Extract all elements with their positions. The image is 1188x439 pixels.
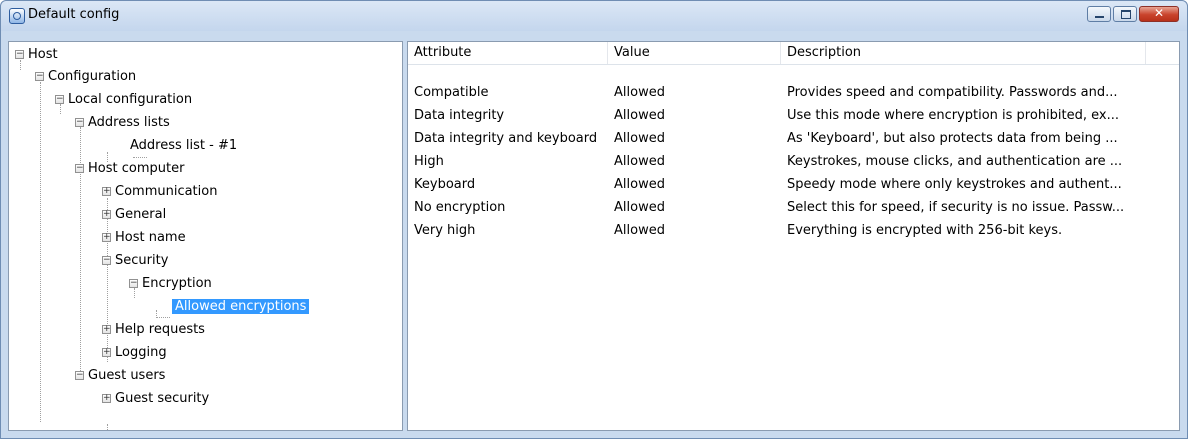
tree-item-label: Encryption: [142, 276, 212, 291]
attribute-list[interactable]: Attribute Value Description Compatible A…: [407, 41, 1180, 431]
collapse-icon[interactable]: −: [75, 118, 84, 127]
navigation-tree[interactable]: − Host − Configuration − Local configura…: [8, 41, 403, 431]
tree-item-host-name[interactable]: + Host name: [98, 228, 189, 248]
tree-item-guest-security[interactable]: + Guest security: [98, 389, 212, 409]
collapse-icon[interactable]: −: [15, 50, 24, 59]
collapse-icon[interactable]: −: [35, 72, 44, 81]
attribute-cell: High: [414, 154, 444, 169]
description-cell: Provides speed and compatibility. Passwo…: [787, 85, 1118, 100]
value-cell: Allowed: [614, 154, 665, 169]
expand-icon[interactable]: +: [102, 325, 111, 334]
attribute-cell: Keyboard: [414, 177, 476, 192]
close-button[interactable]: [1139, 6, 1179, 22]
window-controls: [1087, 6, 1179, 22]
expand-icon[interactable]: +: [102, 394, 111, 403]
expand-icon[interactable]: +: [102, 348, 111, 357]
value-cell: Allowed: [614, 177, 665, 192]
value-cell: Allowed: [614, 200, 665, 215]
window-title: Default config: [28, 7, 120, 22]
value-cell: Allowed: [614, 131, 665, 146]
expand-icon[interactable]: +: [102, 233, 111, 242]
tree-item-label: General: [115, 207, 167, 222]
expand-icon[interactable]: +: [102, 210, 111, 219]
table-row[interactable]: Data integrity Allowed Use this mode whe…: [408, 104, 1179, 127]
tree-item-label: Host name: [115, 230, 186, 245]
tree-connector: [107, 424, 108, 430]
tree-connector: [133, 157, 147, 158]
tree-item-label: Security: [115, 253, 169, 268]
tree-item-label: Configuration: [48, 69, 137, 84]
value-cell: Allowed: [614, 85, 665, 100]
list-header: Attribute Value Description: [408, 42, 1179, 65]
tree-item-guest-users[interactable]: − Guest users: [71, 366, 168, 386]
tree-item-label: Address list - #1: [130, 138, 238, 153]
collapse-icon[interactable]: −: [102, 256, 111, 265]
tree-item-label: Host: [28, 47, 58, 62]
description-cell: Use this mode where encryption is prohib…: [787, 108, 1120, 123]
tree-item-configuration[interactable]: − Configuration: [31, 67, 139, 87]
tree-item-host[interactable]: − Host: [11, 45, 61, 65]
attribute-cell: Data integrity: [414, 108, 505, 123]
tree-item-communication[interactable]: + Communication: [98, 182, 220, 202]
tree-item-label: Help requests: [115, 322, 205, 337]
attribute-cell: Very high: [414, 223, 476, 238]
description-cell: As 'Keyboard', but also protects data fr…: [787, 131, 1118, 146]
table-row[interactable]: Compatible Allowed Provides speed and co…: [408, 81, 1179, 104]
attribute-cell: Data integrity and keyboard: [414, 131, 598, 146]
tree-item-general[interactable]: + General: [98, 205, 169, 225]
tree-item-label: Guest users: [88, 368, 166, 383]
tree-item-label: Allowed encryptions: [172, 299, 310, 314]
tree-item-allowed-encryptions[interactable]: Allowed encryptions: [172, 297, 310, 317]
main-window: Default config − Host − Configuration −: [0, 0, 1188, 439]
tree-item-label: Host computer: [88, 161, 185, 176]
expand-icon[interactable]: +: [102, 187, 111, 196]
tree-item-local-configuration[interactable]: − Local configuration: [51, 90, 195, 110]
tree-item-security[interactable]: − Security: [98, 251, 171, 271]
tree-item-host-computer[interactable]: − Host computer: [71, 159, 187, 179]
tree-item-encryption[interactable]: − Encryption: [125, 274, 215, 294]
collapse-icon[interactable]: −: [55, 95, 64, 104]
table-row[interactable]: No encryption Allowed Select this for sp…: [408, 196, 1179, 219]
collapse-icon[interactable]: −: [129, 279, 138, 288]
minimize-button[interactable]: [1087, 6, 1111, 22]
collapse-icon[interactable]: −: [75, 164, 84, 173]
title-bar[interactable]: Default config: [1, 1, 1187, 31]
table-row[interactable]: Very high Allowed Everything is encrypte…: [408, 219, 1179, 242]
maximize-button[interactable]: [1113, 6, 1137, 22]
tree-connector: [40, 82, 41, 422]
tree-item-address-list-1[interactable]: Address list - #1: [127, 136, 240, 156]
tree-item-label: Logging: [115, 345, 167, 360]
table-row[interactable]: Keyboard Allowed Speedy mode where only …: [408, 173, 1179, 196]
description-cell: Keystrokes, mouse clicks, and authentica…: [787, 154, 1123, 169]
attribute-cell: No encryption: [414, 200, 506, 215]
tree-item-label: Communication: [115, 184, 218, 199]
tree-item-label: Guest security: [115, 391, 210, 406]
tree-item-logging[interactable]: + Logging: [98, 343, 170, 363]
description-cell: Select this for speed, if security is no…: [787, 200, 1125, 215]
tree-item-label: Address lists: [88, 115, 170, 130]
config-app-icon: [9, 8, 25, 24]
column-header-value[interactable]: Value: [608, 42, 781, 64]
column-header-attribute[interactable]: Attribute: [408, 42, 608, 64]
table-row[interactable]: High Allowed Keystrokes, mouse clicks, a…: [408, 150, 1179, 173]
tree-item-label: Local configuration: [68, 92, 193, 107]
value-cell: Allowed: [614, 223, 665, 238]
tree-item-address-lists[interactable]: − Address lists: [71, 113, 173, 133]
column-header-description[interactable]: Description: [781, 42, 1146, 64]
tree-item-help-requests[interactable]: + Help requests: [98, 320, 208, 340]
attribute-cell: Compatible: [414, 85, 489, 100]
description-cell: Speedy mode where only keystrokes and au…: [787, 177, 1122, 192]
description-cell: Everything is encrypted with 256-bit key…: [787, 223, 1063, 238]
table-row[interactable]: Data integrity and keyboard Allowed As '…: [408, 127, 1179, 150]
tree-connector: [156, 317, 170, 318]
value-cell: Allowed: [614, 108, 665, 123]
collapse-icon[interactable]: −: [75, 371, 84, 380]
